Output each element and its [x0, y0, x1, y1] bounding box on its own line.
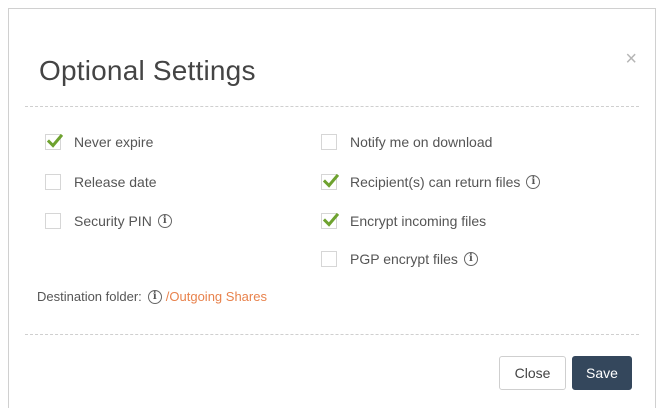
- notify-download-checkbox[interactable]: [321, 134, 337, 150]
- pgp-encrypt-label: PGP encrypt files: [350, 251, 458, 267]
- checkmark-icon: [47, 134, 63, 148]
- option-never-expire[interactable]: Never expire: [45, 134, 153, 150]
- security-pin-label: Security PIN: [74, 213, 152, 229]
- info-icon[interactable]: i: [157, 214, 172, 228]
- close-icon[interactable]: ×: [625, 49, 637, 69]
- optional-settings-dialog: Optional Settings ×: [8, 8, 656, 408]
- info-icon[interactable]: i: [147, 289, 162, 304]
- option-release-date[interactable]: Release date: [45, 174, 157, 190]
- never-expire-label: Never expire: [74, 134, 154, 150]
- option-security-pin[interactable]: Security PIN i: [45, 213, 172, 229]
- dialog-title: Optional Settings: [39, 55, 256, 86]
- release-date-checkbox[interactable]: [45, 174, 61, 190]
- option-recipients-return[interactable]: Recipient(s) can return files i: [321, 174, 541, 190]
- encrypt-incoming-label: Encrypt incoming files: [350, 213, 487, 229]
- option-pgp-encrypt[interactable]: PGP encrypt files i: [321, 251, 478, 267]
- release-date-label: Release date: [74, 174, 157, 190]
- recipients-return-label: Recipient(s) can return files: [350, 174, 521, 190]
- recipients-return-checkbox[interactable]: [321, 174, 339, 190]
- info-icon[interactable]: i: [463, 252, 478, 266]
- destination-folder-row: Destination folder: i /Outgoing Shares: [37, 289, 267, 304]
- option-encrypt-incoming[interactable]: Encrypt incoming files: [321, 213, 486, 229]
- checkmark-icon: [323, 174, 339, 188]
- footer-divider: [25, 334, 639, 335]
- header-divider: [25, 106, 639, 107]
- info-icon[interactable]: i: [526, 175, 541, 189]
- checkmark-icon: [323, 213, 339, 227]
- encrypt-incoming-checkbox[interactable]: [321, 213, 339, 229]
- save-button[interactable]: Save: [572, 356, 632, 390]
- pgp-encrypt-checkbox[interactable]: [321, 251, 337, 267]
- notify-download-label: Notify me on download: [350, 134, 493, 150]
- destination-folder-label: Destination folder:: [37, 289, 142, 304]
- close-button[interactable]: Close: [499, 356, 566, 390]
- security-pin-checkbox[interactable]: [45, 213, 61, 229]
- never-expire-checkbox[interactable]: [45, 134, 63, 150]
- destination-folder-link[interactable]: /Outgoing Shares: [166, 289, 267, 304]
- option-notify-download[interactable]: Notify me on download: [321, 134, 492, 150]
